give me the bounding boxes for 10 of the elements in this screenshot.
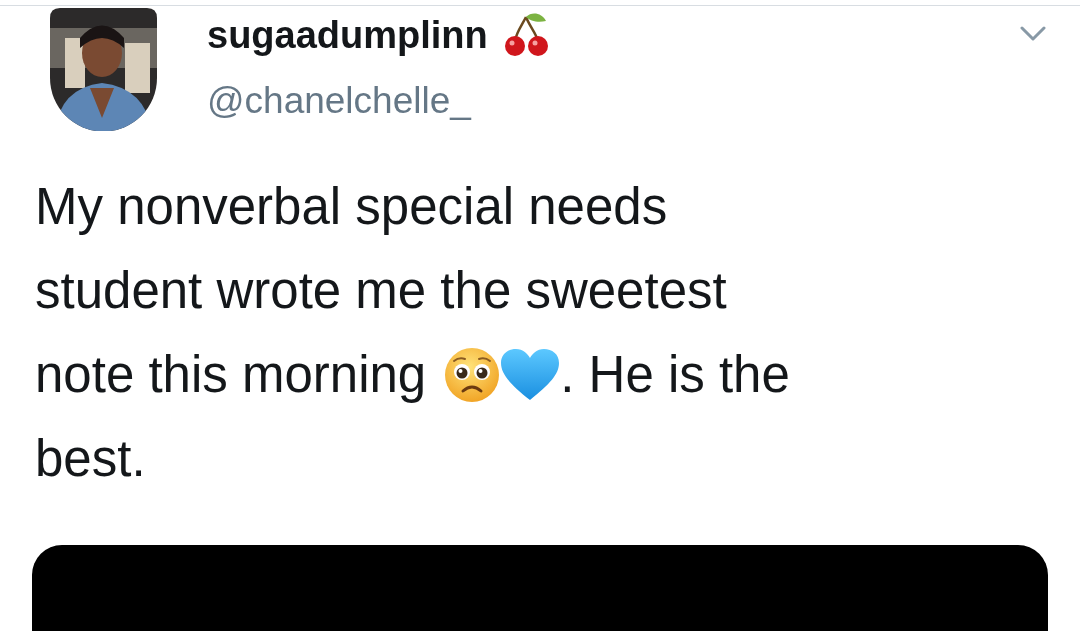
tweet-text: . He is the bbox=[560, 345, 790, 405]
tweet-text: student wrote me the sweetest bbox=[35, 261, 727, 321]
heart-icon bbox=[500, 348, 561, 402]
tweet-text: My nonverbal special needs bbox=[35, 177, 668, 237]
chevron-down-icon[interactable] bbox=[1020, 26, 1046, 42]
tweet-text: note this morning bbox=[35, 345, 427, 405]
user-handle[interactable]: @chanelchelle_ bbox=[207, 77, 552, 125]
tweet-text: best. bbox=[35, 429, 146, 489]
pleading-face-icon bbox=[444, 347, 501, 403]
user-name[interactable]: sugaadumplinn bbox=[207, 11, 488, 59]
